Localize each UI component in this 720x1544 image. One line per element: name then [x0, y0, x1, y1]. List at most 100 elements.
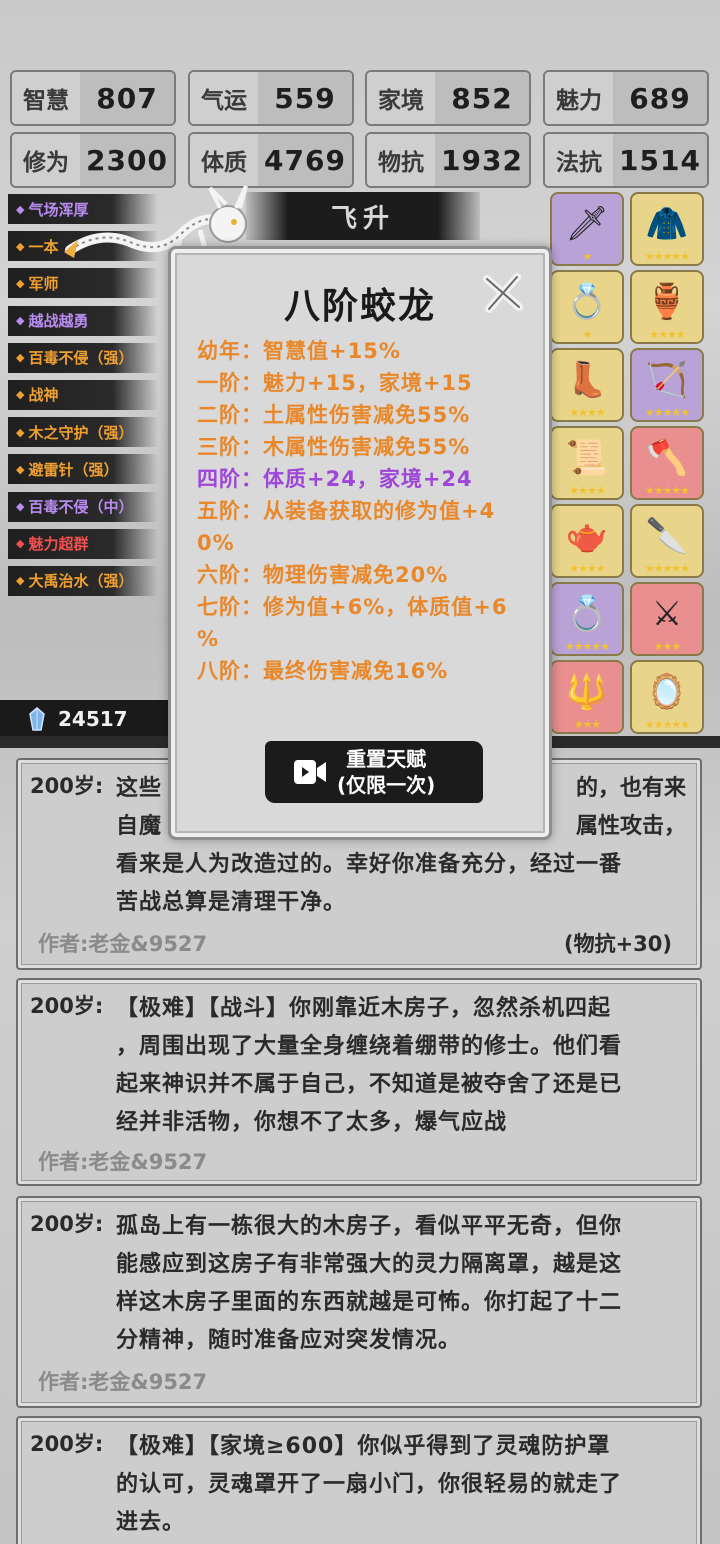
equipment-slot[interactable]: 🪓 ★★★★★ [630, 426, 704, 500]
equipment-slot[interactable]: 🔱 ★★★ [550, 660, 624, 734]
event-text-fragment: 的，也有来 属性攻击， [576, 770, 686, 846]
event-line: 孤岛上有一栋很大的木房子，看似平平无奇，但你 [116, 1214, 623, 1239]
event-line: 苦战总算是清理干净。 [116, 890, 347, 915]
equipment-slot[interactable]: 💍 ★ [550, 270, 624, 344]
equipment-slot[interactable]: 📜 ★★★★ [550, 426, 624, 500]
reset-label-main: 重置天赋 [346, 747, 427, 771]
talent-label: 百毒不侵（中） [28, 498, 134, 516]
talent-item[interactable]: ◆ 百毒不侵（中） [8, 491, 158, 522]
talent-stage-line: 0% [197, 531, 235, 555]
sword-icon: ⚔ [651, 594, 683, 634]
event-age: 200岁: [30, 1432, 104, 1456]
equipment-slot[interactable]: 🧥 ★★★★★ [630, 192, 704, 266]
talent-item[interactable]: ◆ 战神 [8, 379, 158, 410]
armor-icon: 🧥 [645, 204, 689, 244]
mirror-icon: 🪞 [645, 672, 689, 712]
stat-label: 智慧 [12, 72, 80, 124]
stat-label: 气运 [190, 72, 258, 124]
talent-item[interactable]: ◆ 避雷针（强） [8, 454, 158, 485]
stat-family: 家境 852 [365, 70, 531, 126]
stat-label: 法抗 [545, 134, 613, 186]
ring-icon: 💍 [565, 282, 609, 322]
talent-stage-line: 六阶：物理伤害减免20% [197, 563, 449, 587]
diamond-icon: ◆ [16, 239, 25, 253]
spirit-stone-counter: 24517 [0, 700, 180, 738]
talent-label: 魅力超群 [28, 535, 89, 554]
event-age: 200岁: [30, 774, 104, 798]
talent-label: 木之守护（强） [28, 423, 134, 442]
talent-stage-line: 幼年：智慧值+15% [197, 339, 401, 363]
diamond-icon: ◆ [16, 202, 25, 216]
equipment-slot[interactable]: ⚔ ★★★ [630, 582, 704, 656]
diamond-icon: ◆ [16, 276, 25, 290]
star-rating: ★★★★★ [644, 250, 690, 263]
event-line: 的，也有来 [575, 776, 686, 801]
stat-value: 2300 [80, 134, 174, 186]
talent-label: 军师 [28, 274, 59, 293]
ring-icon: 💍 [565, 594, 609, 634]
bow-icon: 🏹 [645, 360, 689, 400]
dagger-icon: 🔪 [645, 516, 689, 556]
equipment-slot[interactable]: 🏹 ★★★★★ [630, 348, 704, 422]
talent-item[interactable]: ◆ 百毒不侵（强） [8, 342, 158, 373]
stat-label: 体质 [190, 134, 258, 186]
diamond-icon: ◆ [16, 462, 25, 476]
star-rating: ★★★★ [649, 328, 685, 341]
event-author: 作者:老金&9527 [38, 1370, 208, 1394]
event-line: 看来是人为改造过的。幸好你准备充分，经过一番 [116, 852, 623, 877]
stat-wisdom: 智慧 807 [10, 70, 176, 126]
event-age: 200岁: [30, 1212, 104, 1236]
close-icon[interactable] [481, 271, 525, 315]
equipment-slot[interactable]: 🫖 ★★★★ [550, 504, 624, 578]
teapot-icon: 🫖 [565, 516, 609, 556]
talent-item[interactable]: ◆ 木之守护（强） [8, 417, 158, 448]
talent-item[interactable]: ◆ 越战越勇 [8, 305, 158, 336]
talent-item[interactable]: ◆ 魅力超群 [8, 528, 158, 559]
star-rating: ★★★★★ [564, 640, 610, 653]
crystal-icon [29, 707, 45, 731]
equipment-slot[interactable]: 🪞 ★★★★★ [630, 660, 704, 734]
event-text: 孤岛上有一栋很大的木房子，看似平平无奇，但你 能感应到这房子有非常强大的灵力隔离… [116, 1208, 686, 1360]
scroll-icon: 📜 [565, 438, 609, 478]
event-line: 进去。 [116, 1510, 186, 1535]
stat-label: 魅力 [545, 72, 613, 124]
star-rating: ★★★★ [569, 406, 605, 419]
equipment-slot[interactable]: 🔪 ★★★★★ [630, 504, 704, 578]
talent-stage-line: 八阶：最终伤害减免16% [197, 659, 449, 683]
equipment-slot[interactable]: 🏺 ★★★★ [630, 270, 704, 344]
event-line: 的认可，灵魂罩开了一扇小门，你很轻易的就走了 [116, 1472, 623, 1497]
talent-label: 越战越勇 [28, 312, 89, 331]
talent-label: 一本 [28, 237, 59, 256]
ascend-banner[interactable]: 飞升 [246, 192, 480, 240]
reset-talent-button[interactable]: 重置天赋 (仅限一次) [265, 741, 483, 803]
stat-value: 1932 [435, 134, 529, 186]
event-line: 属性攻击， [575, 814, 686, 839]
star-rating: ★★★★★ [644, 406, 690, 419]
spear-icon: 🔱 [565, 672, 609, 712]
talent-stage-line: 二阶：土属性伤害减免55% [197, 403, 471, 427]
star-rating: ★★★★ [569, 484, 605, 497]
stat-charm: 魅力 689 [543, 70, 709, 126]
star-rating: ★★★ [573, 718, 602, 731]
equipment-slot[interactable]: 💍 ★★★★★ [550, 582, 624, 656]
talent-item[interactable]: ◆ 大禹治水（强） [8, 565, 158, 596]
event-card: 200岁: 孤岛上有一栋很大的木房子，看似平平无奇，但你 能感应到这房子有非常强… [16, 1196, 702, 1408]
talent-stage-line: 一阶：魅力+15，家境+15 [197, 371, 473, 395]
star-rating: ★★★★ [569, 562, 605, 575]
event-line: 分精神，随时准备应对突发情况。 [116, 1328, 462, 1353]
diamond-icon: ◆ [16, 574, 25, 588]
stat-value: 689 [613, 72, 707, 124]
diamond-icon: ◆ [16, 314, 25, 328]
talent-stage-list: 幼年：智慧值+15% 一阶：魅力+15，家境+15 二阶：土属性伤害减免55% 三阶：… [197, 335, 533, 687]
star-rating: ★★★ [653, 640, 682, 653]
event-text: 【极难】【家境≥600】你似乎得到了灵魂防护罩 的认可，灵魂罩开了一扇小门，你很… [116, 1428, 686, 1542]
equipment-slot[interactable]: 👢 ★★★★ [550, 348, 624, 422]
event-effect: (物抗+30) [563, 932, 672, 956]
equipment-slot[interactable]: 🗡 ★ [550, 192, 624, 266]
spirit-stone-value: 24517 [58, 707, 128, 731]
star-rating: ★★★★★ [644, 718, 690, 731]
reset-label-sub: (仅限一次) [337, 773, 436, 797]
talent-detail-modal: 八阶蛟龙 幼年：智慧值+15% 一阶：魅力+15，家境+15 二阶：土属性伤害减免5… [168, 246, 552, 840]
stat-value: 559 [258, 72, 352, 124]
stat-label: 家境 [367, 72, 435, 124]
